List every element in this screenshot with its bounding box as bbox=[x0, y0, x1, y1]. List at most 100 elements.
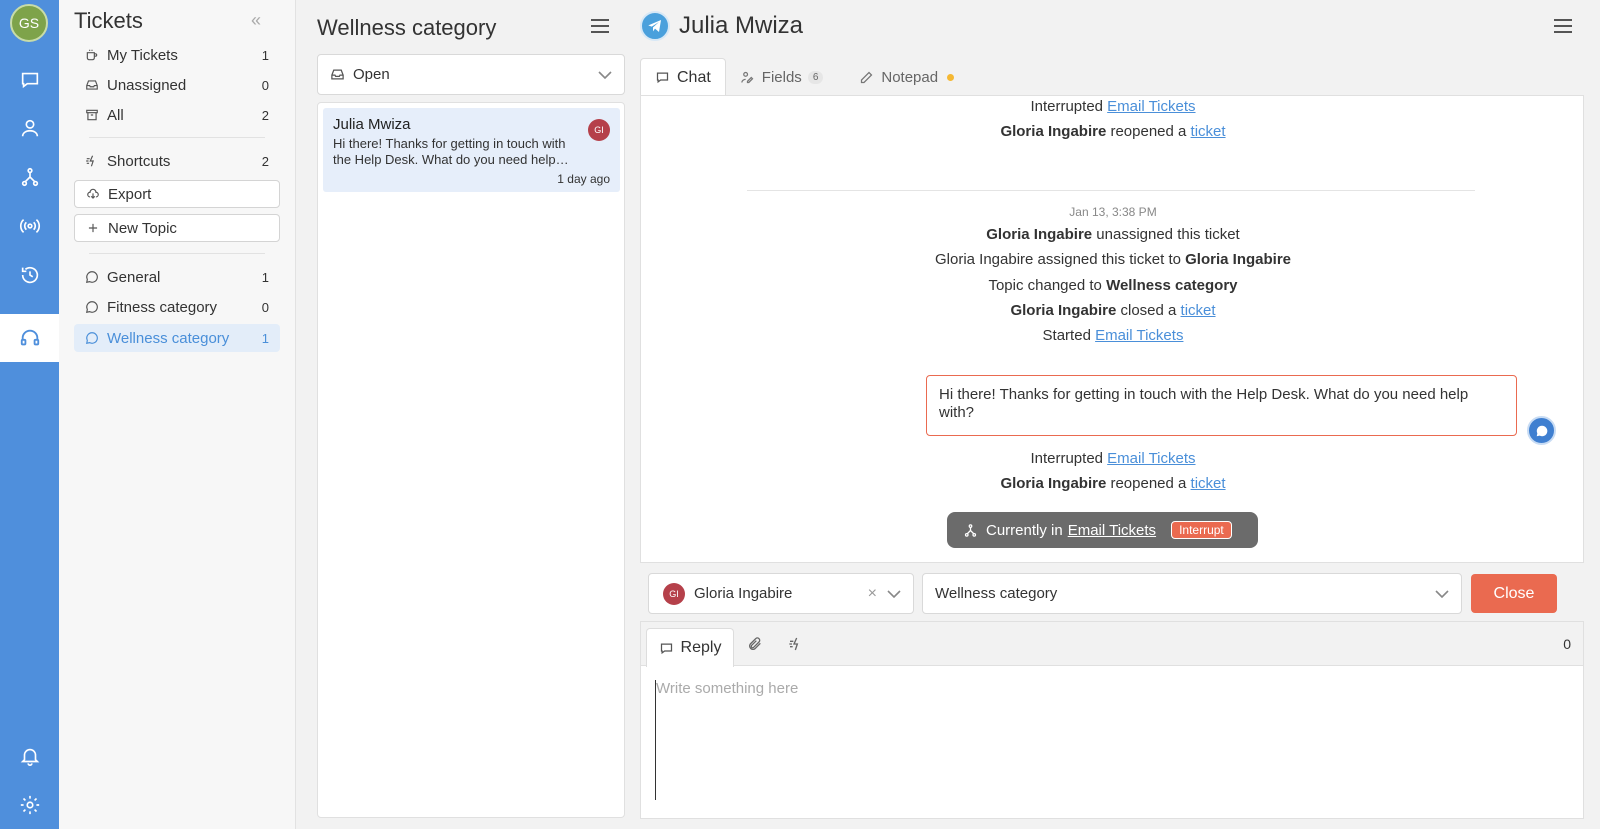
tab-label: Notepad bbox=[881, 68, 939, 86]
bot-message-icon bbox=[1527, 416, 1556, 445]
event-text: Interrupted bbox=[1030, 450, 1103, 467]
ticket-list: Julia Mwiza Hi there! Thanks for getting… bbox=[317, 102, 625, 818]
event-interrupted: Interrupted Email Tickets bbox=[641, 98, 1583, 115]
event-text: Started bbox=[1042, 327, 1091, 344]
assignee-select[interactable]: GI Gloria Ingabire × bbox=[648, 573, 914, 614]
event-assigned: Gloria Ingabire assigned this ticket to … bbox=[641, 251, 1583, 268]
conversation-menu-icon[interactable] bbox=[1553, 18, 1573, 38]
sidebar-item-unassigned[interactable]: Unassigned 0 bbox=[74, 71, 280, 99]
sidebar-topic-wellness[interactable]: Wellness category 1 bbox=[74, 324, 280, 352]
assignee-name: Gloria Ingabire bbox=[694, 585, 793, 602]
interrupt-button[interactable]: Interrupt bbox=[1171, 521, 1232, 539]
pencil-icon bbox=[861, 71, 873, 83]
reply-input[interactable] bbox=[655, 680, 1555, 800]
reply-tabs: Reply 0 bbox=[641, 622, 1583, 667]
tab-label: Reply bbox=[680, 639, 722, 656]
ticket-agent-avatar: GI bbox=[588, 119, 610, 141]
event-text: assigned this ticket to bbox=[1037, 251, 1181, 268]
sidebar-item-label: Shortcuts bbox=[107, 152, 171, 170]
character-count: 0 bbox=[1563, 636, 1571, 652]
flow-icon bbox=[964, 523, 977, 537]
cloud-download-icon bbox=[87, 188, 99, 199]
topic-chat-icon bbox=[86, 332, 98, 344]
status-filter-value: Open bbox=[353, 66, 390, 83]
event-topic-changed: Topic changed to Wellness category bbox=[641, 277, 1583, 294]
event-unassigned: Gloria Ingabire unassigned this ticket bbox=[641, 226, 1583, 243]
tab-notepad[interactable]: Notepad bbox=[845, 58, 968, 96]
sidebar-topic-general[interactable]: General 1 bbox=[74, 263, 280, 291]
event-agent: Gloria Ingabire bbox=[1000, 123, 1107, 140]
current-flow-label: Currently in bbox=[986, 521, 1063, 539]
chat-nav-icon[interactable] bbox=[0, 62, 59, 98]
tab-reply[interactable]: Reply bbox=[646, 628, 734, 667]
sidebar-divider bbox=[89, 137, 265, 138]
chat-icon bbox=[660, 643, 672, 654]
flow-link[interactable]: Email Tickets bbox=[1107, 98, 1195, 115]
ticket-list-column: Wellness category Open Julia Mwiza Hi th… bbox=[296, 0, 626, 829]
sidebar-item-all[interactable]: All 2 bbox=[74, 101, 280, 129]
event-started: Started Email Tickets bbox=[641, 327, 1583, 344]
sidebar-item-label: General bbox=[107, 268, 161, 286]
reply-composer: Reply 0 bbox=[640, 621, 1584, 819]
new-topic-button[interactable]: New Topic bbox=[74, 214, 280, 242]
close-ticket-button[interactable]: Close bbox=[1471, 574, 1557, 613]
sidebar-topic-fitness[interactable]: Fitness category 0 bbox=[74, 293, 280, 321]
event-reopened: Gloria Ingabire reopened a ticket bbox=[641, 123, 1583, 140]
plus-icon bbox=[88, 223, 98, 233]
export-button[interactable]: Export bbox=[74, 180, 280, 208]
user-avatar[interactable]: GS bbox=[10, 4, 48, 42]
tickets-sidebar: Tickets « My Tickets 1 Unassigned 0 All … bbox=[59, 0, 296, 829]
event-text: closed a bbox=[1120, 302, 1177, 319]
chat-icon bbox=[656, 72, 669, 84]
current-flow-link[interactable]: Email Tickets bbox=[1068, 522, 1156, 539]
history-nav-icon[interactable] bbox=[0, 257, 59, 293]
contacts-nav-icon[interactable] bbox=[0, 110, 59, 146]
list-menu-icon[interactable] bbox=[590, 18, 610, 38]
sidebar-item-my-tickets[interactable]: My Tickets 1 bbox=[74, 41, 280, 69]
inbox-icon bbox=[86, 80, 98, 90]
chevron-down-icon bbox=[598, 70, 612, 79]
event-agent: Gloria Ingabire bbox=[934, 251, 1034, 268]
archive-icon bbox=[86, 109, 98, 121]
ticket-card[interactable]: Julia Mwiza Hi there! Thanks for getting… bbox=[323, 108, 620, 192]
ticket-link[interactable]: ticket bbox=[1191, 475, 1226, 492]
event-topic: Wellness category bbox=[1106, 277, 1238, 294]
tab-label: Fields bbox=[761, 68, 802, 86]
sidebar-item-count: 1 bbox=[261, 47, 269, 63]
message-bubble: Hi there! Thanks for getting in touch wi… bbox=[926, 375, 1517, 436]
new-topic-label: New Topic bbox=[108, 219, 177, 237]
event-reopened: Gloria Ingabire reopened a ticket bbox=[641, 475, 1583, 492]
tab-chat[interactable]: Chat bbox=[640, 58, 726, 96]
broadcast-nav-icon[interactable] bbox=[0, 208, 59, 244]
topic-chat-icon bbox=[86, 301, 98, 313]
flows-nav-icon[interactable] bbox=[0, 159, 59, 195]
tab-fields[interactable]: Fields 6 bbox=[726, 58, 838, 96]
sidebar-item-count: 2 bbox=[261, 153, 269, 169]
collapse-sidebar-icon[interactable]: « bbox=[251, 10, 261, 31]
ticket-link[interactable]: ticket bbox=[1181, 302, 1216, 319]
topic-chat-icon bbox=[86, 271, 98, 283]
sidebar-item-label: My Tickets bbox=[107, 46, 178, 64]
flow-link[interactable]: Email Tickets bbox=[1107, 450, 1195, 467]
clear-icon[interactable]: × bbox=[868, 585, 877, 603]
sidebar-item-shortcuts[interactable]: Shortcuts 2 bbox=[74, 147, 280, 175]
bell-icon[interactable] bbox=[0, 738, 59, 774]
shortcut-icon bbox=[86, 155, 94, 167]
topic-select[interactable]: Wellness category bbox=[922, 573, 1462, 614]
tickets-nav-icon[interactable] bbox=[0, 320, 59, 356]
sidebar-item-label: Wellness category bbox=[107, 329, 230, 347]
inbox-icon bbox=[331, 69, 344, 80]
ticket-link[interactable]: ticket bbox=[1191, 123, 1226, 140]
list-title: Wellness category bbox=[317, 15, 497, 40]
paperclip-icon[interactable] bbox=[747, 636, 763, 656]
ticket-time: 1 day ago bbox=[557, 172, 610, 186]
chevron-down-icon bbox=[1435, 589, 1449, 598]
mug-icon bbox=[86, 49, 98, 61]
event-text: unassigned this ticket bbox=[1096, 226, 1240, 243]
shortcut-icon[interactable] bbox=[788, 636, 804, 656]
status-filter-select[interactable]: Open bbox=[317, 54, 625, 95]
current-flow-banner: Currently in Email Tickets Interrupt bbox=[947, 512, 1258, 548]
flow-link[interactable]: Email Tickets bbox=[1095, 327, 1183, 344]
assignment-bar: GI Gloria Ingabire × Wellness category C… bbox=[640, 563, 1584, 621]
gear-icon[interactable] bbox=[0, 787, 59, 823]
